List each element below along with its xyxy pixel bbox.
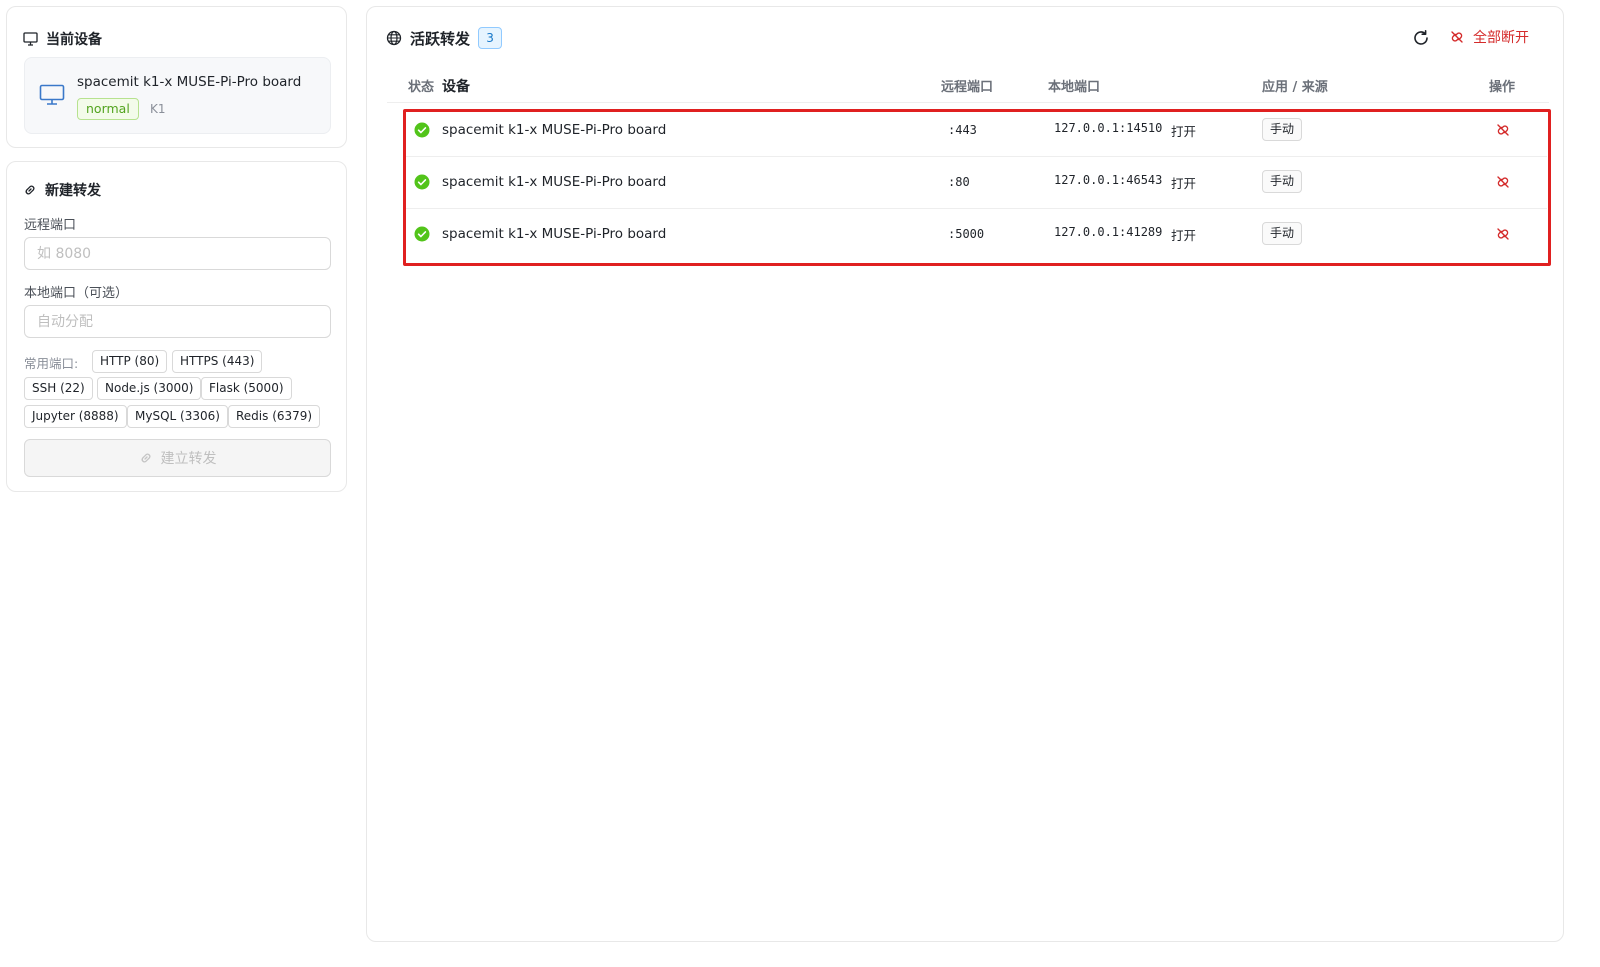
device-info-box: spacemit k1-x MUSE-Pi-Pro board normal K…	[24, 57, 331, 134]
port-chip-http[interactable]: HTTP (80)	[92, 350, 168, 373]
device-name: spacemit k1-x MUSE-Pi-Pro board	[77, 74, 302, 90]
row-local-address: 127.0.0.1:46543	[1054, 173, 1163, 187]
active-count-badge: 3	[478, 27, 503, 49]
disconnect-all-label: 全部断开	[1473, 30, 1529, 46]
column-header-actions: 操作	[1489, 80, 1516, 95]
unlink-icon	[1495, 226, 1511, 242]
row-local-address: 127.0.0.1:14510	[1054, 121, 1163, 135]
active-forwards-panel: 活跃转发 3 全部断开 状态 设备 远程端口 本地端口 应用 / 来源 操作 s…	[366, 6, 1564, 942]
refresh-icon	[1412, 29, 1430, 47]
column-header-remote-port: 远程端口	[941, 80, 994, 95]
column-header-app-source: 应用 / 来源	[1262, 80, 1328, 95]
port-chip-nodejs[interactable]: Node.js (3000)	[97, 377, 202, 400]
unlink-icon	[1449, 29, 1465, 45]
globe-icon	[386, 30, 402, 46]
port-chip-jupyter[interactable]: Jupyter (8888)	[24, 405, 127, 428]
port-chip-flask[interactable]: Flask (5000)	[201, 377, 292, 400]
table-row: spacemit k1-x MUSE-Pi-Pro board :443 127…	[405, 105, 1547, 157]
row-open-link[interactable]: 打开	[1171, 173, 1196, 192]
row-device-name: spacemit k1-x MUSE-Pi-Pro board	[442, 226, 667, 242]
row-source-tag: 手动	[1262, 118, 1303, 141]
create-forward-button[interactable]: 建立转发	[24, 439, 331, 477]
device-monitor-icon	[39, 84, 65, 106]
new-forward-header: 新建转发	[23, 180, 101, 200]
row-local-address: 127.0.0.1:41289	[1054, 225, 1163, 239]
common-ports-label: 常用端口:	[24, 356, 79, 371]
refresh-button[interactable]	[1410, 27, 1432, 49]
unlink-icon	[1495, 122, 1511, 138]
remote-port-input[interactable]	[24, 237, 331, 270]
new-forward-title: 新建转发	[45, 183, 101, 199]
column-header-device: 设备	[442, 79, 470, 95]
row-device-name: spacemit k1-x MUSE-Pi-Pro board	[442, 174, 667, 190]
row-remote-port: :443	[948, 123, 977, 137]
table-row: spacemit k1-x MUSE-Pi-Pro board :80 127.…	[405, 157, 1547, 209]
table-row: spacemit k1-x MUSE-Pi-Pro board :5000 12…	[405, 209, 1547, 261]
column-header-status: 状态	[408, 80, 435, 95]
row-disconnect-button[interactable]	[1493, 224, 1513, 244]
row-source-tag: 手动	[1262, 170, 1303, 193]
success-check-icon	[414, 174, 430, 190]
row-source-tag: 手动	[1262, 222, 1303, 245]
row-disconnect-button[interactable]	[1493, 120, 1513, 140]
port-chip-ssh[interactable]: SSH (22)	[24, 377, 93, 400]
local-port-input[interactable]	[24, 305, 331, 338]
unlink-icon	[1495, 174, 1511, 190]
local-port-label: 本地端口（可选）	[24, 286, 129, 301]
current-device-card: 当前设备 spacemit k1-x MUSE-Pi-Pro board nor…	[6, 6, 347, 148]
table-header-divider	[387, 102, 1549, 103]
row-device-name: spacemit k1-x MUSE-Pi-Pro board	[442, 122, 667, 138]
disconnect-all-button[interactable]: 全部断开	[1449, 27, 1529, 47]
port-chip-redis[interactable]: Redis (6379)	[228, 405, 321, 428]
column-header-local-port: 本地端口	[1048, 80, 1101, 95]
port-chip-https[interactable]: HTTPS (443)	[172, 350, 263, 373]
row-remote-port: :80	[948, 175, 970, 189]
active-forwards-header: 活跃转发 3	[386, 27, 503, 49]
port-chip-mysql[interactable]: MySQL (3306)	[127, 405, 228, 428]
create-forward-label: 建立转发	[160, 451, 217, 467]
current-device-title: 当前设备	[46, 32, 102, 48]
current-device-header: 当前设备	[23, 29, 102, 49]
row-disconnect-button[interactable]	[1493, 172, 1513, 192]
row-open-link[interactable]: 打开	[1171, 121, 1196, 140]
new-forward-card: 新建转发 远程端口 本地端口（可选） 常用端口: HTTP (80) HTTPS…	[6, 161, 347, 492]
remote-port-label: 远程端口	[24, 218, 77, 233]
row-open-link[interactable]: 打开	[1171, 225, 1196, 244]
link-icon	[23, 183, 37, 197]
link-icon	[139, 451, 153, 465]
device-model: K1	[150, 102, 166, 116]
active-forwards-title: 活跃转发	[410, 29, 471, 48]
row-remote-port: :5000	[948, 227, 985, 241]
device-status-badge: normal	[77, 98, 139, 120]
success-check-icon	[414, 122, 430, 138]
monitor-icon	[23, 32, 38, 46]
success-check-icon	[414, 226, 430, 242]
